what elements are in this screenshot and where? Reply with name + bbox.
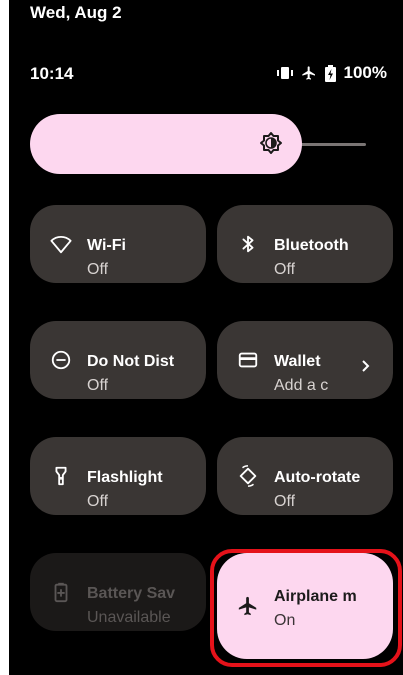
clock: 10:14 [30,64,74,83]
tile-title: Auto-rotate [274,469,361,486]
bluetooth-icon [237,233,259,255]
tile-title: Battery Sav [87,585,176,602]
tile-wallet[interactable]: Wallet Add a c [217,321,393,399]
vibrate-icon [276,66,293,80]
battery-charging-icon [324,64,336,82]
tile-subtitle: Off [274,261,296,278]
tile-title: Flashlight [87,469,163,486]
battery-percent: 100% [343,63,387,82]
wifi-icon [50,233,72,255]
tile-subtitle: Add a c [274,377,329,394]
selection-highlight [210,549,402,667]
tile-title: Do Not Dist [87,353,175,370]
dnd-icon [50,349,72,371]
battery-saver-icon [50,581,72,603]
tile-subtitle: Off [274,493,296,510]
date-label: Wed, Aug 2 [30,3,122,22]
auto-rotate-icon [237,465,259,487]
quick-settings-panel: Wed, Aug 2 10:14 100% Wi-Fi Off Bluetoot… [9,0,403,675]
tile-auto-rotate[interactable]: Auto-rotate Off [217,437,393,515]
tile-title: Wi-Fi [87,237,126,254]
tile-bluetooth[interactable]: Bluetooth Off [217,205,393,283]
tile-subtitle: Off [87,493,109,510]
wallet-icon [237,349,259,371]
tile-subtitle: Unavailable [87,609,171,626]
tile-wifi[interactable]: Wi-Fi Off [30,205,206,283]
tile-title: Bluetooth [274,237,349,254]
tile-subtitle: Off [87,261,109,278]
tile-title: Wallet [274,353,321,370]
chevron-right-icon [361,359,371,378]
tile-subtitle: Off [87,377,109,394]
airplane-status-icon [301,65,317,81]
tile-battery-saver[interactable]: Battery Sav Unavailable [30,553,206,631]
tile-do-not-disturb[interactable]: Do Not Dist Off [30,321,206,399]
flashlight-icon [50,465,72,487]
brightness-icon [259,131,283,160]
tile-flashlight[interactable]: Flashlight Off [30,437,206,515]
status-icons: 100% [276,63,387,83]
